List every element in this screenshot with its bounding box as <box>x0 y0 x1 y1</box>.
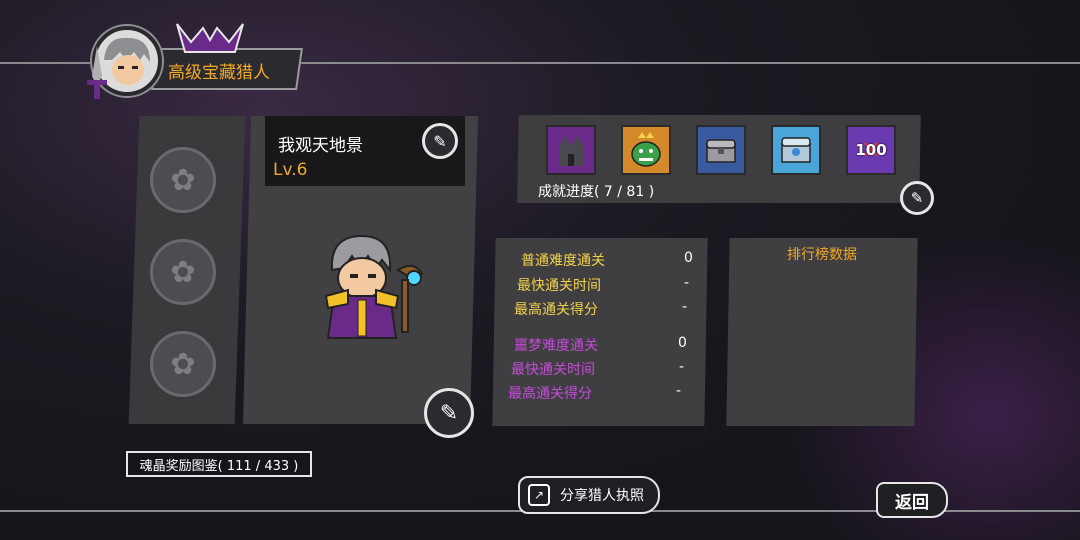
frozen-chest-icon[interactable] <box>771 125 821 175</box>
nightmare-clear-value: 0 <box>678 335 687 351</box>
nightmare-clear-label: 噩梦难度通关 <box>514 338 598 354</box>
leaderboard-panel <box>726 238 918 426</box>
hero-level: Lv.6 <box>273 160 308 180</box>
edit-icon: ✎ <box>910 189 924 207</box>
soul-slot-2[interactable]: ✿ <box>150 239 216 305</box>
soul-crystal-collection-label: 魂晶奖励图鉴( 111 / 433 ) <box>139 458 299 474</box>
leaderboard-title: 排行榜数据 <box>787 247 857 263</box>
nightmare-fastest-value: - <box>679 359 685 375</box>
edit-icon: ✎ <box>433 131 447 151</box>
lotus-icon: ✿ <box>170 162 196 198</box>
nightmare-fastest-label: 最快通关时间 <box>511 362 595 378</box>
normal-score-label: 最高通关得分 <box>514 302 598 318</box>
share-icon: ↗ <box>528 484 550 506</box>
achievement-progress: 成就进度( 7 / 81 ) <box>538 184 655 200</box>
soul-slot-1[interactable]: ✿ <box>150 147 216 213</box>
nightmare-score-value: - <box>676 383 682 399</box>
page-title: 高级宝藏猎人 <box>168 63 270 83</box>
goblin-face-icon <box>631 132 661 167</box>
normal-score-value: - <box>682 299 688 315</box>
normal-clear-value: 0 <box>684 250 693 266</box>
normal-clear-label: 普通难度通关 <box>521 253 605 269</box>
edit-appearance-button[interactable]: ✎ <box>424 388 474 438</box>
edit-name-button[interactable]: ✎ <box>422 123 458 159</box>
sword-emblem-icon <box>87 46 107 99</box>
goblin-king-icon[interactable] <box>621 125 671 175</box>
share-license-label: 分享猎人执照 <box>560 488 644 504</box>
nightmare-score-label: 最高通关得分 <box>508 386 592 402</box>
soul-slot-3[interactable]: ✿ <box>150 331 216 397</box>
chest-icon <box>706 139 736 163</box>
hundred-badge-text: 100 <box>855 141 887 159</box>
hero-name: 我观天地景 <box>278 136 363 156</box>
hundred-badge-icon[interactable]: ✕ 100 <box>846 125 896 175</box>
lotus-icon: ✿ <box>170 254 196 290</box>
edit-icon: ✎ <box>439 400 459 426</box>
hero-character-sprite <box>324 234 424 339</box>
soul-crystal-collection-button[interactable]: 魂晶奖励图鉴( 111 / 433 ) <box>126 451 312 477</box>
edit-achievements-button[interactable]: ✎ <box>900 181 934 215</box>
horn-crest-icon <box>176 23 244 53</box>
back-label: 返回 <box>895 492 929 513</box>
share-license-button[interactable]: ↗ 分享猎人执照 <box>518 476 660 514</box>
treasure-chest-icon[interactable] <box>696 125 746 175</box>
normal-fastest-value: - <box>684 275 690 291</box>
dark-castle-icon[interactable] <box>546 125 596 175</box>
ice-chest-icon <box>781 137 811 163</box>
back-button[interactable]: 返回 <box>876 482 948 518</box>
normal-fastest-label: 最快通关时间 <box>517 278 601 294</box>
lotus-icon: ✿ <box>170 346 196 382</box>
castle-silhouette-icon <box>559 136 583 166</box>
